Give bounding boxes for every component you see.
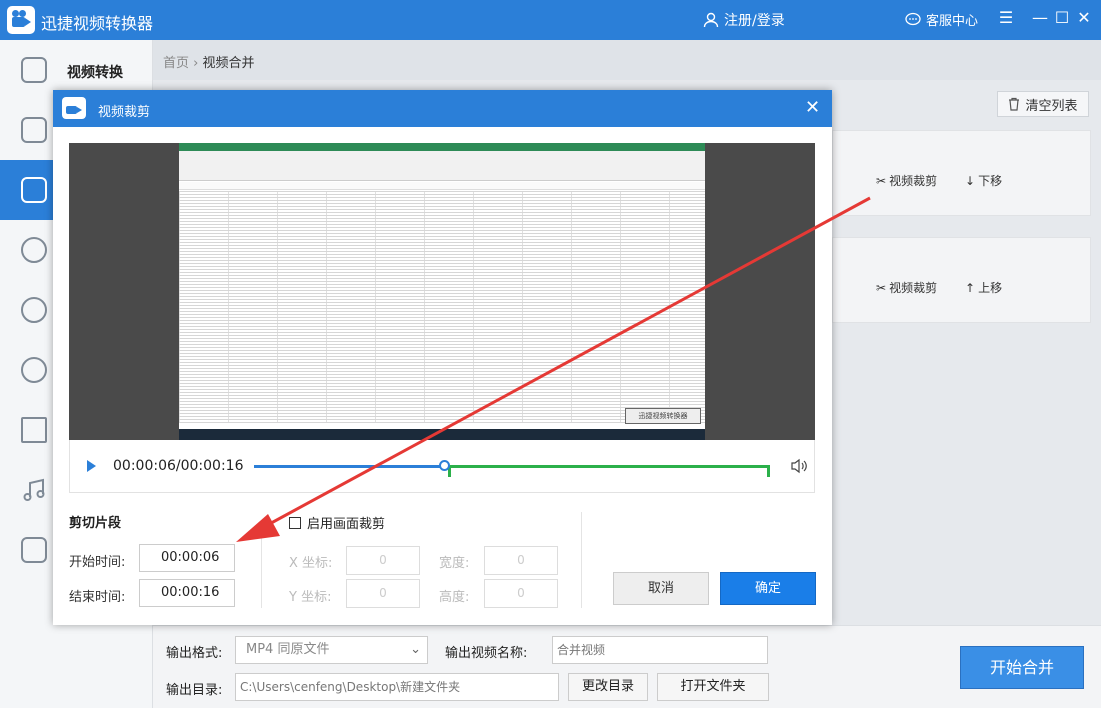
output-name-input[interactable]: 合并视频 — [552, 636, 768, 664]
volume-icon[interactable] — [790, 458, 808, 474]
change-dir-button[interactable]: 更改目录 — [568, 673, 648, 701]
login-label: 注册/登录 — [724, 13, 785, 29]
output-name-label: 输出视频名称: — [445, 646, 528, 661]
video-preview: 迅捷视频转换器 — [69, 143, 815, 440]
move-up-label: 上移 — [978, 281, 1003, 295]
video-crop-button[interactable]: ✂ 视频裁剪 — [876, 172, 937, 189]
playhead-handle[interactable] — [439, 460, 450, 471]
scissors-icon: ✂ — [876, 280, 887, 295]
video-crop-label: 视频裁剪 — [889, 174, 938, 188]
minimize-icon[interactable]: — — [1030, 8, 1050, 27]
music-icon — [21, 477, 47, 503]
move-down-label: 下移 — [978, 174, 1003, 188]
video-crop-label: 视频裁剪 — [889, 281, 938, 295]
checkbox-box[interactable] — [289, 516, 301, 529]
video-frame: 迅捷视频转换器 — [179, 143, 705, 440]
cancel-button[interactable]: 取消 — [613, 572, 709, 605]
close-icon[interactable]: ✕ — [1074, 8, 1094, 27]
sidebar-item-label: 视频转换 — [67, 65, 123, 81]
breadcrumb: 首页 › 视频合并 — [163, 52, 255, 71]
open-folder-button[interactable]: 打开文件夹 — [657, 673, 769, 701]
compress-icon — [21, 297, 47, 323]
clear-list-button[interactable]: 清空列表 — [997, 91, 1089, 117]
list-item — [832, 237, 1091, 323]
breadcrumb-home[interactable]: 首页 — [163, 56, 189, 71]
width-input[interactable]: 0 — [484, 546, 558, 575]
breadcrumb-separator: › — [193, 56, 199, 71]
dialog-title: 视频裁剪 — [98, 105, 151, 120]
split-icon — [21, 117, 47, 143]
arrow-down-icon: ↓ — [965, 173, 976, 188]
service-label: 客服中心 — [926, 14, 979, 29]
video-crop-button[interactable]: ✂ 视频裁剪 — [876, 279, 937, 296]
y-coord-input[interactable]: 0 — [346, 579, 420, 608]
x-coord-input[interactable]: 0 — [346, 546, 420, 575]
list-item — [832, 130, 1091, 216]
dialog-header: 视频裁剪 ✕ — [53, 90, 832, 127]
adjust-icon — [21, 537, 47, 563]
dialog-logo-icon — [62, 97, 86, 119]
user-icon — [703, 12, 719, 28]
login-link[interactable]: 注册/登录 — [703, 10, 785, 30]
output-dir-label: 输出目录: — [166, 683, 223, 698]
end-time-input[interactable]: 00:00:16 — [139, 579, 235, 607]
selected-range-track[interactable] — [447, 465, 769, 468]
progress-track[interactable] — [254, 465, 447, 468]
app-logo-icon — [7, 6, 35, 34]
arrow-up-icon: ↑ — [965, 280, 976, 295]
player-controls: 00:00:06/00:00:16 — [69, 440, 815, 493]
output-format-select[interactable]: MP4 同原文件 ⌄ — [235, 636, 428, 664]
y-coord-label: Y 坐标: — [289, 590, 332, 605]
move-up-button[interactable]: ↑ 上移 — [965, 279, 1002, 296]
ok-button[interactable]: 确定 — [720, 572, 816, 605]
service-center-link[interactable]: 客服中心 — [905, 10, 978, 29]
start-time-label: 开始时间: — [69, 555, 126, 570]
cut-section-title: 剪切片段 — [69, 516, 122, 531]
merge-icon — [21, 177, 47, 203]
play-icon[interactable] — [87, 460, 96, 472]
video-watermark: 迅捷视频转换器 — [625, 408, 701, 424]
range-end-handle[interactable] — [767, 465, 770, 477]
title-bar: 迅捷视频转换器 注册/登录 客服中心 ☰ — ☐ ✕ — [0, 0, 1101, 40]
menu-icon[interactable]: ☰ — [996, 8, 1016, 27]
video-crop-dialog: 视频裁剪 ✕ 迅捷视频转换器 00:00:06/00:00:16 剪切片段 开始… — [53, 90, 832, 625]
start-time-input[interactable]: 00:00:06 — [139, 544, 235, 572]
maximize-icon[interactable]: ☐ — [1052, 8, 1072, 27]
enable-crop-checkbox[interactable]: 启用画面裁剪 — [289, 513, 385, 532]
chevron-down-icon: ⌄ — [410, 642, 421, 657]
scissors-icon: ✂ — [876, 173, 887, 188]
breadcrumb-current: 视频合并 — [202, 56, 255, 71]
width-label: 宽度: — [439, 556, 470, 571]
end-time-label: 结束时间: — [69, 590, 126, 605]
clear-list-label: 清空列表 — [1025, 98, 1078, 114]
output-format-label: 输出格式: — [166, 646, 223, 661]
gif-icon — [21, 237, 47, 263]
dialog-close-icon[interactable]: ✕ — [805, 97, 820, 118]
time-display: 00:00:06/00:00:16 — [113, 458, 244, 474]
x-coord-label: X 坐标: — [289, 556, 333, 571]
divider — [581, 512, 582, 608]
height-label: 高度: — [439, 590, 470, 605]
chat-icon — [905, 12, 921, 25]
enable-crop-label: 启用画面裁剪 — [307, 517, 386, 532]
start-merge-button[interactable]: 开始合并 — [960, 646, 1084, 689]
move-down-button[interactable]: ↓ 下移 — [965, 172, 1002, 189]
convert-icon — [21, 57, 47, 83]
divider — [261, 538, 262, 608]
height-input[interactable]: 0 — [484, 579, 558, 608]
output-format-value: MP4 同原文件 — [246, 642, 330, 657]
trash-icon — [1009, 97, 1020, 111]
image-icon — [21, 417, 47, 443]
app-title: 迅捷视频转换器 — [41, 14, 154, 33]
film-reel-icon — [21, 357, 47, 383]
output-dir-input[interactable]: C:\Users\cenfeng\Desktop\新建文件夹 — [235, 673, 559, 701]
